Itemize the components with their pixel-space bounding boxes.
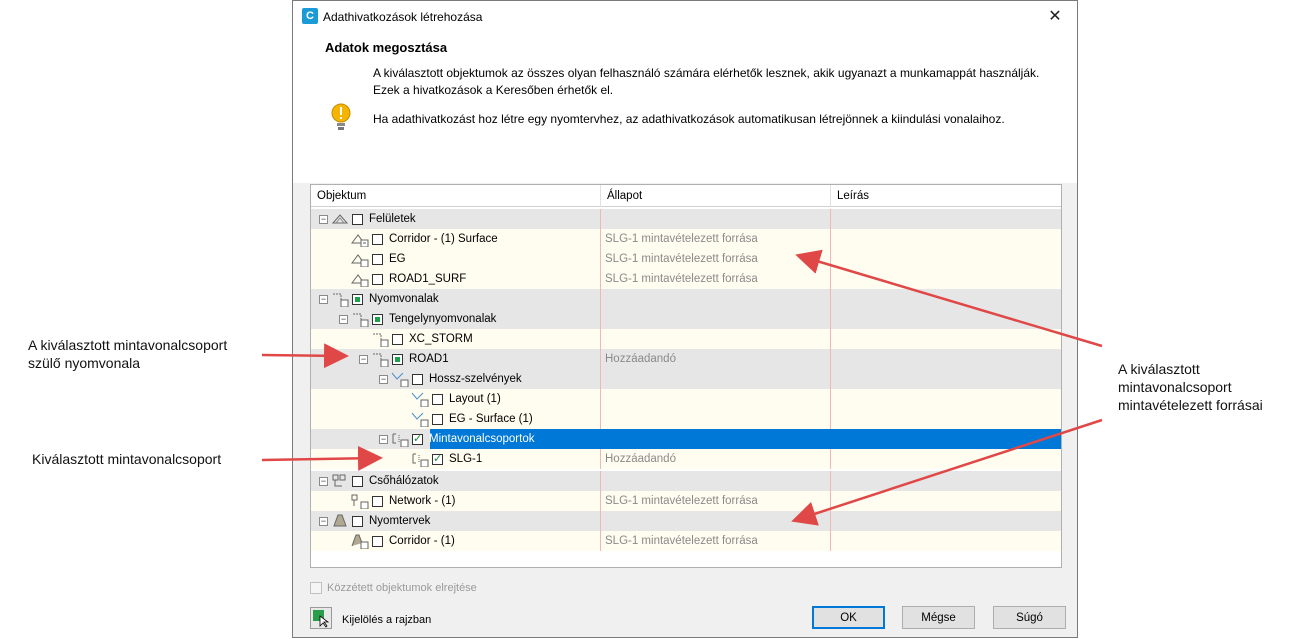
arrow-to-surfaces <box>795 249 1103 348</box>
arrow-to-slg1 <box>261 445 383 471</box>
arrow-to-network <box>791 418 1103 526</box>
annotation-arrows <box>261 249 1103 526</box>
arrow-to-road1 <box>261 343 349 369</box>
